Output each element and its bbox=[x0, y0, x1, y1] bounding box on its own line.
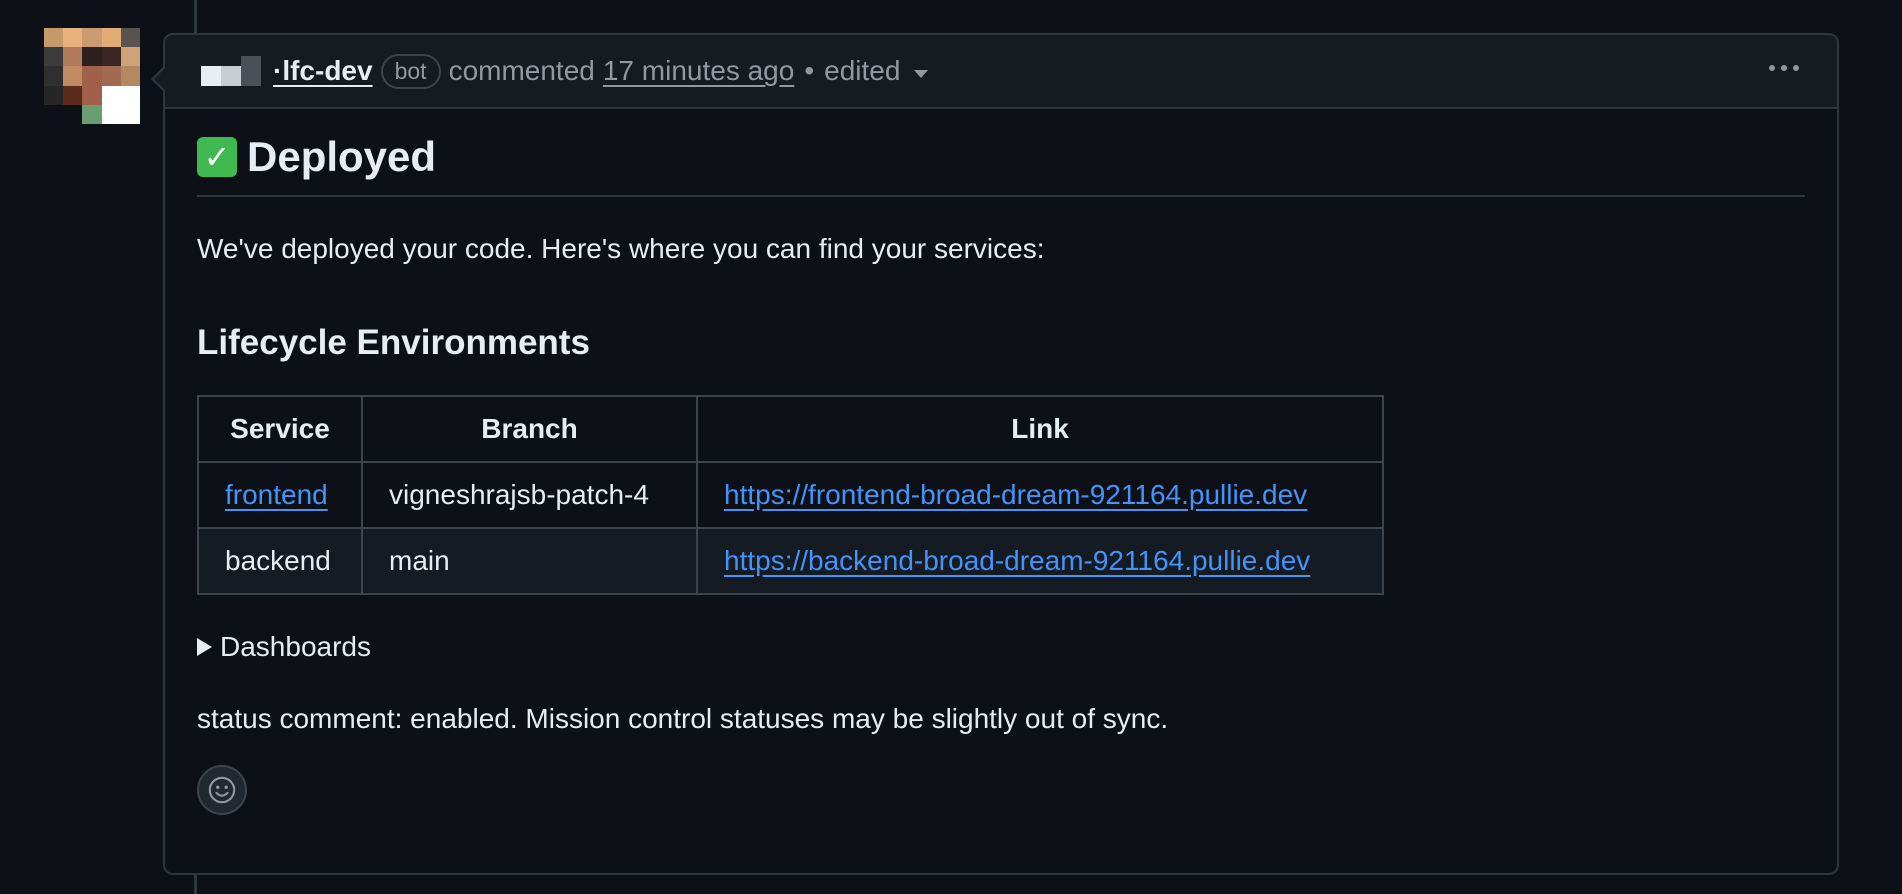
service-cell: backend bbox=[197, 527, 363, 595]
branch-cell: vigneshrajsb-patch-4 bbox=[361, 461, 698, 529]
kebab-horizontal-icon bbox=[1769, 65, 1799, 71]
smiley-icon bbox=[208, 776, 236, 804]
comment-box: ·lfc-dev bot commented 17 minutes ago • … bbox=[151, 33, 1839, 875]
add-reaction-button[interactable] bbox=[197, 765, 247, 815]
table-row: frontend vigneshrajsb-patch-4 https://fr… bbox=[197, 461, 1384, 529]
triangle-right-icon bbox=[197, 638, 212, 656]
bot-badge: bot bbox=[380, 53, 441, 89]
link-cell: https://frontend-broad-dream-921164.pull… bbox=[696, 461, 1384, 529]
link-cell: https://backend-broad-dream-921164.pulli… bbox=[696, 527, 1384, 595]
column-header-branch: Branch bbox=[361, 395, 698, 463]
avatar[interactable] bbox=[44, 28, 140, 124]
branch-cell: main bbox=[361, 527, 698, 595]
white-check-mark-icon: ✓ bbox=[197, 137, 237, 177]
environment-url-link[interactable]: https://backend-broad-dream-921164.pulli… bbox=[724, 545, 1310, 576]
comment-body: ✓ Deployed We've deployed your code. Her… bbox=[165, 109, 1837, 815]
service-cell: frontend bbox=[197, 461, 363, 529]
author-mini-avatar[interactable] bbox=[201, 56, 261, 86]
comment-action: commented bbox=[448, 55, 595, 86]
triangle-down-icon bbox=[914, 70, 929, 78]
details-summary-label: Dashboards bbox=[220, 631, 371, 662]
separator-dot: • bbox=[804, 55, 815, 86]
table-header-row: Service Branch Link bbox=[197, 395, 1384, 463]
status-text: status comment: enabled. Mission control… bbox=[197, 703, 1169, 734]
section-title: Lifecycle Environments bbox=[197, 323, 590, 362]
author-name[interactable]: ·lfc-dev bbox=[273, 55, 373, 87]
deployed-heading-text: Deployed bbox=[247, 133, 437, 180]
edited-label: edited bbox=[824, 55, 901, 86]
environments-table: Service Branch Link frontend vigneshrajs… bbox=[197, 395, 1384, 595]
environment-url-link[interactable]: https://frontend-broad-dream-921164.pull… bbox=[724, 479, 1307, 510]
intro-text: We've deployed your code. Here's where y… bbox=[197, 233, 1045, 264]
table-row: backend main https://backend-broad-dream… bbox=[197, 527, 1384, 595]
service-link[interactable]: frontend bbox=[225, 479, 328, 510]
more-options-button[interactable] bbox=[1769, 65, 1799, 71]
dashboards-details-toggle[interactable]: Dashboards bbox=[197, 631, 1805, 663]
column-header-link: Link bbox=[696, 395, 1384, 463]
edited-dropdown[interactable]: edited bbox=[824, 55, 929, 87]
comment-timestamp-link[interactable]: 17 minutes ago bbox=[603, 55, 794, 87]
comment-header: ·lfc-dev bot commented 17 minutes ago • … bbox=[165, 35, 1837, 109]
column-header-service: Service bbox=[197, 395, 363, 463]
deployed-heading: ✓ Deployed bbox=[197, 109, 1805, 197]
